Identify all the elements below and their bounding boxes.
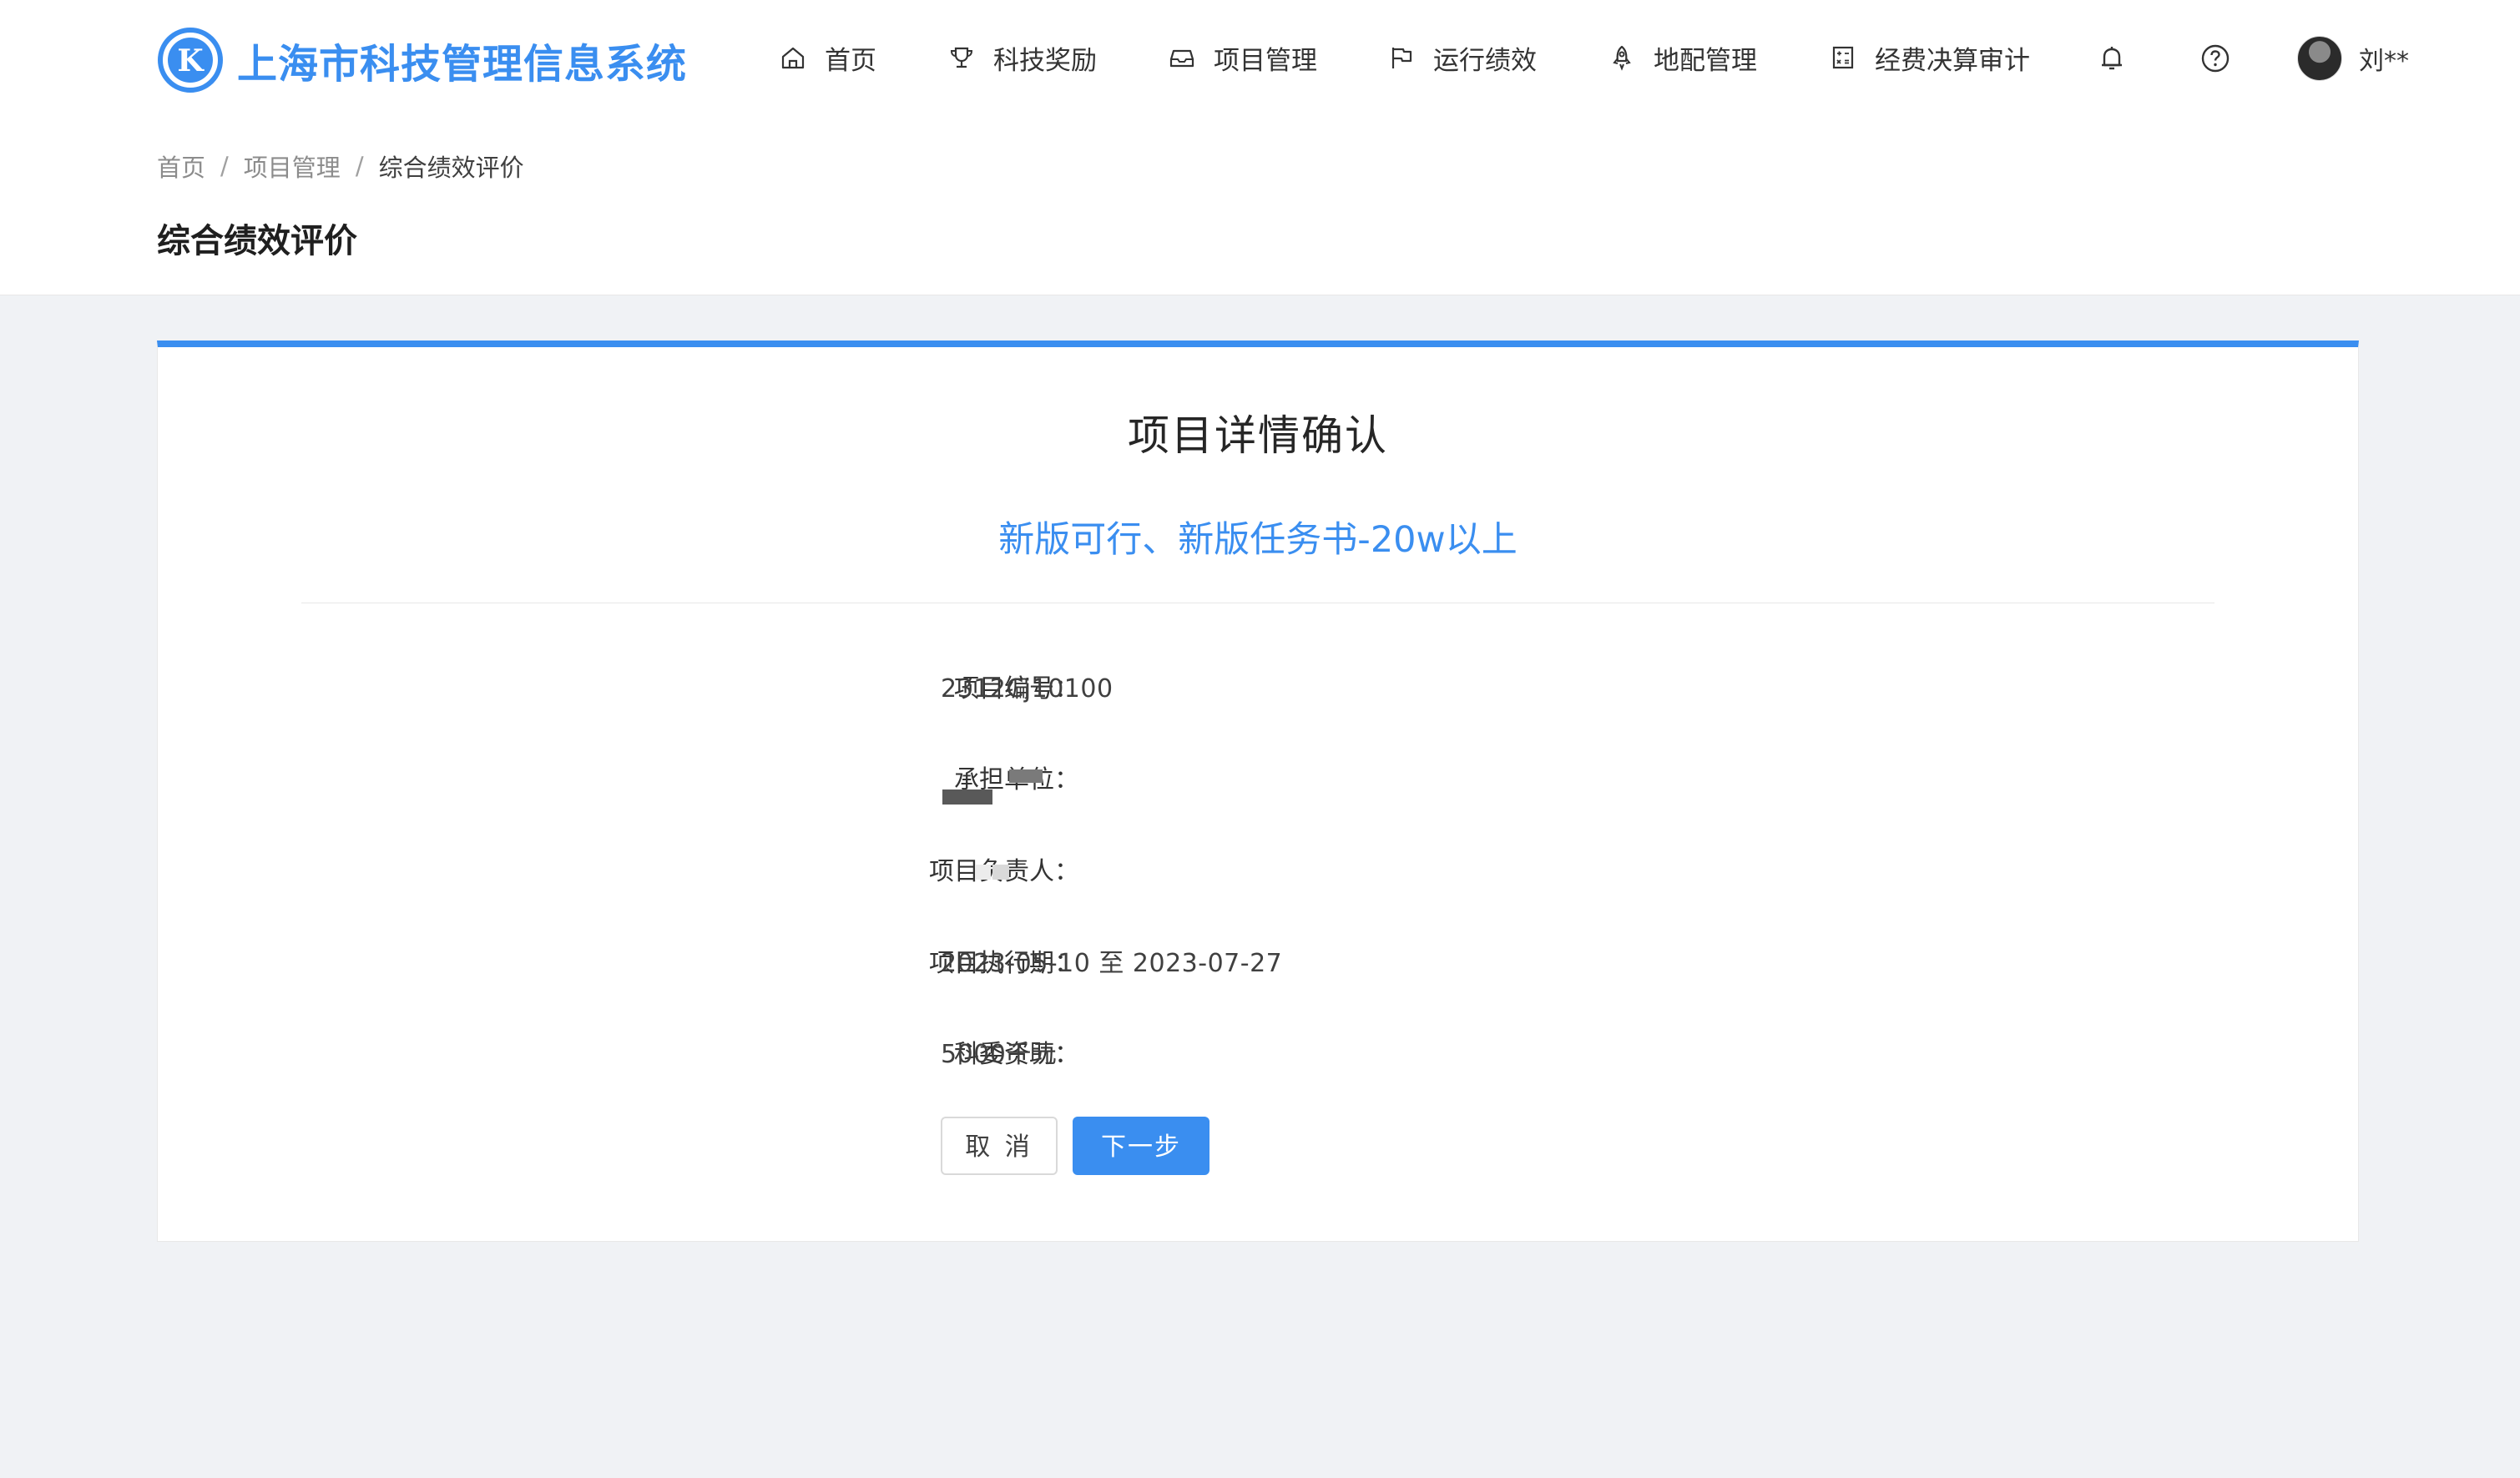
- field-value: 2023-05-10 至 2023-07-27: [941, 949, 1283, 978]
- question-circle-icon[interactable]: [2200, 43, 2230, 73]
- field-value: 5000千元: [941, 1040, 1058, 1069]
- cancel-button[interactable]: 取 消: [941, 1117, 1058, 1175]
- nav-item-awards[interactable]: 科技奖励: [948, 0, 1097, 115]
- app-title: 上海市科技管理信息系统: [237, 41, 688, 88]
- nav-item-label: 项目管理: [1214, 45, 1317, 76]
- page-title: 综合绩效评价: [157, 222, 357, 260]
- breadcrumb-item-home[interactable]: 首页: [157, 149, 205, 184]
- user-menu[interactable]: 刘**: [2297, 33, 2409, 83]
- home-icon: [781, 47, 805, 69]
- breadcrumb-item-current: 综合绩效评价: [378, 154, 524, 182]
- field-project-number: 项目编号： 2312Cj10100: [158, 668, 2358, 710]
- field-project-leader: 项目负责人：: [158, 851, 2358, 893]
- nav-item-budget-audit[interactable]: 经费决算审计: [1830, 0, 2030, 115]
- page-header: 首页 / 项目管理 / 综合绩效评价 综合绩效评价: [0, 115, 2520, 295]
- nav-item-project-management[interactable]: 项目管理: [1169, 0, 1317, 115]
- field-funding: 科委资助： 5000千元: [158, 1034, 2358, 1076]
- nav-item-label: 首页: [825, 45, 876, 76]
- redaction-block: [1009, 769, 1043, 783]
- field-execution-period: 项目执行期： 2023-05-10 至 2023-07-27: [158, 943, 2358, 985]
- card-subtitle: 新版可行、新版任务书-20w以上: [998, 519, 1518, 561]
- nav-item-home[interactable]: 首页: [780, 0, 876, 115]
- redaction-block: [992, 865, 1009, 880]
- calculator-icon: [1832, 46, 1854, 69]
- bell-icon[interactable]: [2097, 43, 2127, 73]
- nav-item-label: 科技奖励: [993, 45, 1097, 76]
- system-logo-icon: K: [158, 28, 223, 93]
- field-undertaking-unit: 承担单位：: [158, 759, 2358, 805]
- avatar: [2297, 36, 2342, 81]
- nav-item-label: 地配管理: [1654, 45, 1757, 76]
- nav-item-label: 经费决算审计: [1875, 45, 2030, 76]
- nav-item-label: 运行绩效: [1433, 45, 1537, 76]
- rocket-icon: [1613, 45, 1631, 71]
- card-title: 项目详情确认: [1128, 411, 1388, 460]
- inbox-icon: [1169, 49, 1194, 68]
- nav-item-performance[interactable]: 运行绩效: [1388, 0, 1537, 115]
- project-confirm-card: 项目详情确认 新版可行、新版任务书-20w以上 项目编号： 2312Cj1010…: [157, 340, 2359, 1242]
- redaction-block: [942, 789, 992, 805]
- trophy-icon: [950, 47, 973, 68]
- svg-text:K: K: [177, 43, 205, 78]
- top-navigation-bar: K 上海市科技管理信息系统 首页 科技奖励 项目管理 运行绩效 地配管理 经费决…: [0, 0, 2520, 115]
- redaction-block: [976, 865, 991, 880]
- breadcrumb-separator: /: [220, 152, 229, 180]
- user-name: 刘**: [2359, 47, 2409, 76]
- breadcrumb-separator: /: [355, 152, 364, 180]
- field-value: 2312Cj10100: [941, 674, 1114, 704]
- nav-item-local-management[interactable]: 地配管理: [1608, 0, 1757, 115]
- next-step-button[interactable]: 下一步: [1073, 1117, 1209, 1175]
- breadcrumb-item-project-management[interactable]: 项目管理: [244, 149, 341, 184]
- brand[interactable]: K 上海市科技管理信息系统: [157, 25, 687, 95]
- breadcrumb: 首页 / 项目管理 / 综合绩效评价: [157, 149, 524, 184]
- flag-icon: [1391, 48, 1412, 68]
